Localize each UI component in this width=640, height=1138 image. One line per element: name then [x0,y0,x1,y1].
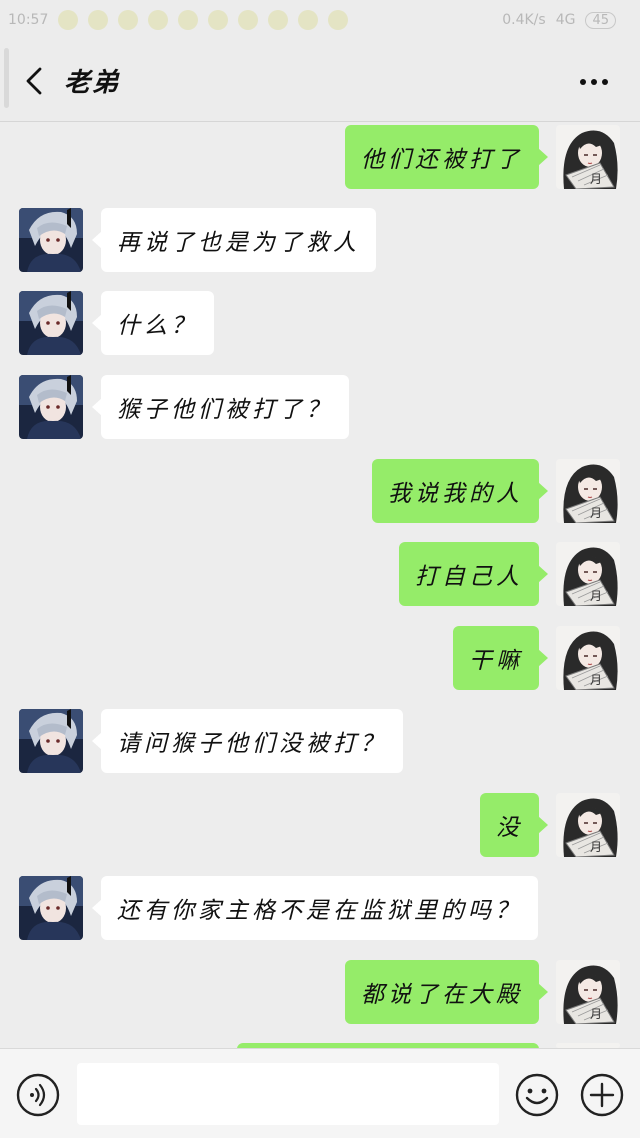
message-row: 什么？ [0,291,640,355]
message-bubble[interactable]: 他们还被打了 [345,125,548,189]
avatar[interactable] [19,876,83,940]
avatar[interactable] [19,375,83,439]
emoji-icon [515,1073,559,1117]
avatar[interactable] [556,793,620,857]
more-options-button[interactable] [574,62,614,102]
input-bar [0,1048,640,1138]
notification-icon [208,10,229,30]
notification-icon [148,10,169,30]
notification-icon [58,10,79,30]
chevron-left-icon [26,67,42,94]
contact-avatar-icon [19,208,83,272]
avatar[interactable] [556,125,620,189]
more-icon [580,79,608,85]
message-bubble[interactable]: 打自己人 [399,542,548,606]
message-input[interactable] [77,1063,499,1125]
user-avatar-icon [556,542,620,606]
avatar[interactable] [19,291,83,355]
screen-edge [4,48,9,108]
chat-title: 老弟 [64,68,121,98]
avatar[interactable] [556,626,620,690]
emoji-button[interactable] [514,1072,560,1118]
message-bubble[interactable]: 什么？ [92,291,214,355]
message-row: 请问猴子他们没被打？ [0,709,640,773]
notification-icon [238,10,259,30]
message-row: 打自己人 [0,542,640,606]
message-row: 他们还被打了 [0,125,640,189]
user-avatar-icon [556,626,620,690]
avatar[interactable] [556,459,620,523]
user-avatar-icon [556,459,620,523]
avatar[interactable] [19,709,83,773]
avatar[interactable] [556,960,620,1024]
notification-icon [268,10,289,30]
notification-icon [178,10,199,30]
message-row: 没 [0,793,640,857]
user-avatar-icon [556,793,620,857]
avatar[interactable] [556,542,620,606]
message-list[interactable]: 他们还被打了 再说了也是为了救人 什么？ 猴子他们被打了？ 我说我的人 打自己人 [0,123,640,1048]
notification-icon [298,10,319,30]
message-bubble[interactable]: 没 [480,793,548,857]
contact-avatar-icon [19,291,83,355]
notification-icon [118,10,139,30]
more-functions-button[interactable] [579,1072,625,1118]
battery-badge: 45 [585,11,616,29]
status-bar: 10:57 0.4K/s 4G 45 [0,0,640,40]
back-button[interactable] [14,61,54,101]
plus-icon [580,1073,624,1117]
message-bubble[interactable]: 猴子他们被打了？ [92,375,349,439]
message-bubble[interactable]: 都说了在大殿 [345,960,548,1024]
message-row: 猴子他们被打了？ [0,375,640,439]
message-bubble[interactable]: 我说我的人 [372,459,548,523]
user-avatar-icon [556,960,620,1024]
message-bubble[interactable]: 还有你家主格不是在监狱里的吗？ [92,876,538,940]
message-bubble[interactable]: 再说了也是为了救人 [92,208,376,272]
message-row: 还有你家主格不是在监狱里的吗？ [0,876,640,940]
status-time: 10:57 [8,12,49,28]
chat-header: 老弟 [0,40,640,122]
voice-button[interactable] [15,1072,61,1118]
signal-label: 4G [555,12,576,28]
notification-icon [88,10,109,30]
message-row: 都说了在大殿 [0,960,640,1024]
message-row: 再说了也是为了救人 [0,208,640,272]
wechat-icon [328,10,349,30]
message-row: 干嘛 [0,626,640,690]
message-row: 我说我的人 [0,459,640,523]
user-avatar-icon [556,125,620,189]
avatar[interactable] [19,208,83,272]
contact-avatar-icon [19,709,83,773]
status-right: 0.4K/s 4G 45 [502,11,616,29]
contact-avatar-icon [19,375,83,439]
message-bubble[interactable]: 请问猴子他们没被打？ [92,709,403,773]
contact-avatar-icon [19,876,83,940]
voice-icon [16,1073,60,1117]
message-bubble[interactable]: 干嘛 [453,626,548,690]
network-speed: 0.4K/s [502,12,546,28]
status-left: 10:57 [8,10,349,30]
